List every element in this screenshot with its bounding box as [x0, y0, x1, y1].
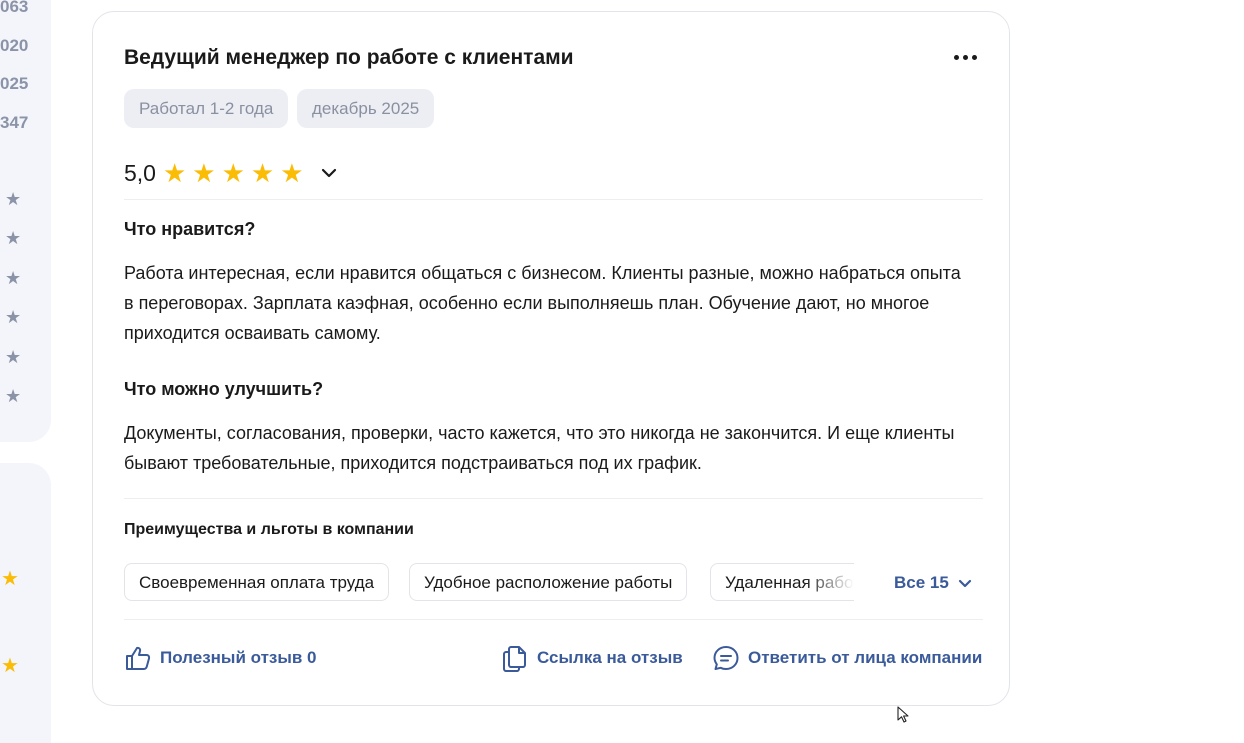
star-icon: ★	[280, 158, 304, 188]
star-icon: ★	[162, 158, 187, 188]
improve-heading: Что можно улучшить?	[124, 379, 324, 399]
chevron-down-icon	[958, 579, 971, 588]
benefits-title: Преимущества и льготы в компании	[124, 521, 414, 538]
show-all-label: Все 15	[894, 573, 949, 592]
sidebar-count: 020	[0, 36, 29, 55]
star-icon: ★	[5, 189, 22, 209]
review-card: Ведущий менеджер по работе с клиентами Р…	[92, 11, 1010, 706]
divider	[124, 619, 983, 620]
thumbs-up-icon	[126, 646, 151, 670]
benefit-chip: Удобное расположение работы	[409, 563, 688, 601]
date-tag: декабрь 2025	[297, 89, 435, 128]
star-icon: ★	[5, 228, 22, 248]
review-title: Ведущий менеджер по работе с клиентами	[124, 46, 574, 69]
star-icon: ★	[1, 568, 19, 590]
chevron-down-icon[interactable]	[318, 162, 340, 184]
mouse-cursor-icon	[897, 706, 909, 723]
chat-icon	[713, 646, 739, 670]
likes-heading: Что нравится?	[124, 219, 256, 239]
divider	[124, 199, 983, 200]
reply-label: Ответить от лица компании	[748, 648, 983, 667]
dot-icon	[971, 54, 977, 60]
useful-review-label: Полезный отзыв 0	[160, 648, 317, 667]
sidebar-count: 347	[0, 113, 29, 132]
star-icon: ★	[5, 268, 22, 288]
rating-value: 5,0	[124, 159, 156, 186]
sidebar-count: 025	[0, 74, 29, 93]
sidebar-count: 063	[0, 0, 29, 16]
rating-stars: ★ ★ ★ ★ ★	[163, 160, 304, 186]
benefit-chip: Своевременная оплата труда	[124, 563, 390, 601]
copy-icon	[503, 646, 526, 672]
dot-icon	[962, 54, 968, 60]
improve-text: Документы, согласования, проверки, часто…	[124, 423, 955, 473]
star-icon: ★	[192, 158, 216, 188]
review-link-label: Ссылка на отзыв	[537, 648, 683, 667]
review-link-button[interactable]: Ссылка на отзыв	[501, 643, 683, 673]
useful-review-button[interactable]: Полезный отзыв 0	[124, 643, 317, 673]
experience-tag: Работал 1-2 года	[124, 89, 289, 128]
star-icon: ★	[250, 158, 275, 188]
star-icon: ★	[5, 386, 22, 406]
benefit-chip: Удаленная работа	[710, 563, 854, 601]
sidebar-panel	[0, 463, 51, 743]
likes-text: Работа интересная, если нравится общатьс…	[124, 263, 961, 343]
divider	[124, 498, 983, 499]
star-icon: ★	[221, 158, 245, 188]
dot-icon	[953, 54, 959, 60]
sidebar-ratings-panel	[0, 0, 51, 442]
benefit-chip-label: Удаленная работа	[725, 573, 854, 592]
star-icon: ★	[5, 307, 22, 327]
show-all-benefits-button[interactable]: Все 15	[894, 571, 973, 595]
more-options-button[interactable]	[948, 42, 982, 72]
star-icon: ★	[5, 347, 22, 367]
rating-row: 5,0 ★ ★ ★ ★ ★	[124, 158, 340, 188]
star-icon: ★	[1, 655, 19, 677]
reply-as-company-button[interactable]: Ответить от лица компании	[712, 643, 982, 673]
